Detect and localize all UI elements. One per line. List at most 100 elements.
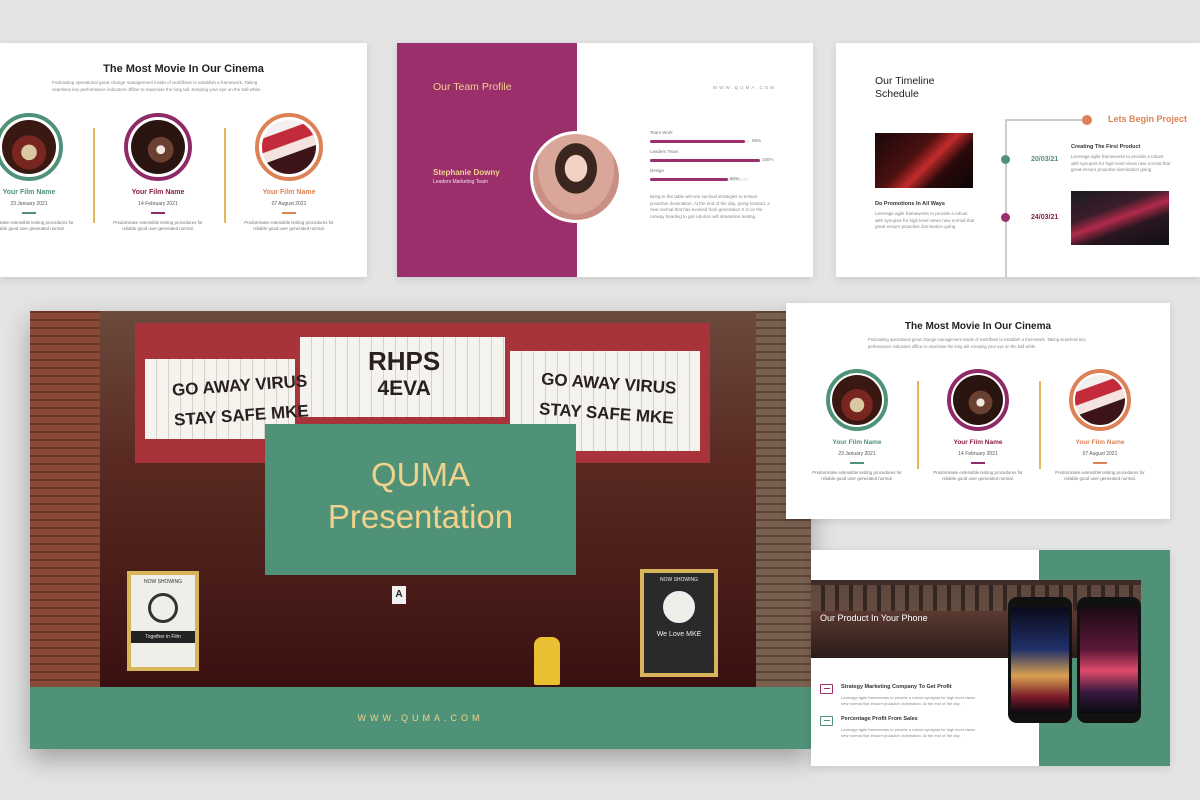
film-date: 14 February 2021 [958,451,998,457]
slide-movie-right[interactable]: The Most Movie In Our Cinema Podcasting … [786,303,1170,519]
film-card: Your Film Name 14 February 2021 Predomin… [919,369,1037,482]
feature-icon-1 [820,684,833,694]
person-role: Leaders Marketing Team [433,179,488,185]
film-circle [1069,369,1131,431]
poster-emblem-icon [148,593,178,623]
poster-bottom-text: Together in Film [131,631,195,643]
skills: Team Work 95% Leaders Team 100% Design 8… [650,130,774,187]
film-bar [22,212,36,214]
timeline-dot [1001,155,1010,164]
film-date: 07 August 2021 [1082,451,1118,457]
timeline-start-dot [1082,115,1092,125]
film-circle [255,113,323,181]
slide-title: Our Product In Your Phone [820,613,928,623]
feature-desc: Leverage agile frameworks to provide a r… [841,727,975,738]
film-date: 23 January 2021 [10,201,48,207]
film-bar [1093,462,1107,464]
website-text: WWW.QUMA.COM [713,85,776,90]
film-card: Your Film Name 07 August 2021 Predominat… [1041,369,1159,482]
film-name: Your Film Name [832,439,882,446]
film-bar [151,212,165,214]
slide-phone[interactable]: Our Product In Your Phone Strategy Marke… [811,550,1170,766]
timeline-item-title: Do Promotions In All Ways [875,201,945,207]
avatar-photo [533,134,619,220]
film-name: Your Film Name [2,189,56,196]
title-line: Our Timeline [875,75,935,87]
skill-row: Design 80% [650,168,770,187]
skill-percent: 95% [752,138,762,143]
skill-label: Leaders Team [650,149,679,154]
slide-timeline[interactable]: Our Timeline Schedule Lets Begin Project… [836,43,1200,277]
slide-movie-top[interactable]: The Most Movie In Our Cinema Podcasting … [0,43,367,277]
divider [224,128,226,223]
film-date: 07 August 2021 [271,201,307,207]
fire-hydrant [534,637,560,685]
poster-inner: NOW SHOWING Together in Film [131,575,195,667]
film-name: Your Film Name [262,189,316,196]
timeline-dot [1001,213,1010,222]
door-sign: A [392,586,406,604]
marquee-text-center: RHPS 4EVA [368,347,440,403]
phone-mockup-1 [1008,597,1072,723]
title-line-2: Presentation [327,498,514,535]
timeline-photo-neon [875,133,973,188]
slide-title: Our Timeline Schedule [875,75,935,101]
slide-main-cover[interactable]: GO AWAY VIRUS STAY SAFE MKE RHPS 4EVA GO… [30,311,811,749]
film-bar [282,212,296,214]
slide-subtitle: Podcasting operational great change mana… [52,80,262,92]
film-name: Your Film Name [953,439,1003,446]
skill-row: Leaders Team 100% [650,149,774,168]
skill-row: Team Work 95% [650,130,770,149]
film-desc: Predominate extensible testing procedure… [113,219,203,231]
skill-track [650,159,760,162]
film-card: Your Film Name 14 February 2021 Predomin… [99,113,217,232]
film-date: 14 February 2021 [138,201,178,207]
feature-icon-2 [820,716,833,726]
feature-desc: Leverage agile frameworks to provide a r… [841,695,975,706]
phone-screen [1011,607,1069,713]
film-photo [262,120,316,174]
slide-title: The Most Movie In Our Cinema [103,63,264,75]
brick-wall-left [30,311,100,687]
film-card: Your Film Name 23 January 2021 Predomina… [0,113,88,232]
timeline-item-desc: Leverage agile frameworks to provide a r… [1071,154,1171,172]
skill-fill [650,178,729,181]
feature-title: Strategy Marketing Company To Get Profit [841,684,952,690]
film-card: Your Film Name 07 August 2021 Predominat… [230,113,348,232]
film-photo [2,120,56,174]
timeline-item-title: Creating The First Product [1071,144,1141,150]
film-desc: Predominate extensible testing procedure… [0,219,74,231]
skill-fill [650,140,745,143]
timeline-photo-street [1071,191,1169,245]
poster-emblem-icon [663,591,695,623]
chat-icon [823,688,830,689]
film-desc: Predominate extensible testing procedure… [1055,469,1145,481]
slide-subtitle: Podcasting operational great change mana… [868,337,1086,349]
poster-right: NOW SHOWING We Love MKE [640,569,718,677]
film-bar [850,462,864,464]
timeline-date: 24/03/21 [1031,214,1059,221]
timeline-date: 20/03/21 [1031,156,1059,163]
film-circle [124,113,192,181]
marquee-line: RHPS [368,346,441,376]
person-name: Stephanie Downy [433,168,500,177]
title-line-1: QUMA [371,456,470,493]
film-name: Your Film Name [131,189,185,196]
poster-top-text: NOW SHOWING [143,579,183,585]
film-photo [131,120,185,174]
film-photo [953,375,1003,425]
monitor-icon [823,720,830,721]
film-name: Your Film Name [1075,439,1125,446]
avatar [530,131,622,223]
skill-percent: 100% [762,157,774,162]
poster-bottom-text: We Love MKE [656,631,702,638]
poster-top-text: NOW SHOWING [659,577,699,583]
slide-title: The Most Movie In Our Cinema [904,321,1052,332]
slide-team-profile[interactable]: Our Team Profile WWW.QUMA.COM Stephanie … [397,43,813,277]
skill-label: Design [650,168,665,173]
skill-percent: 80% [730,176,740,181]
film-card: Your Film Name 23 January 2021 Predomina… [798,369,916,482]
title-line: Schedule [875,88,919,100]
film-circle [947,369,1009,431]
timeline-line [1005,119,1007,277]
